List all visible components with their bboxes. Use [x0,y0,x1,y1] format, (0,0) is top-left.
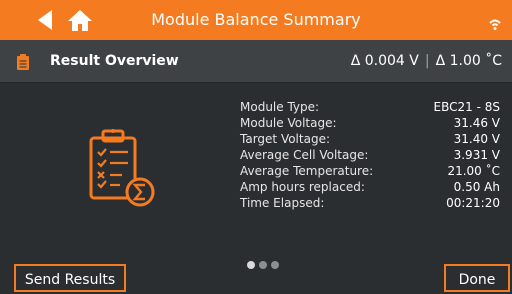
summary-row: Average Cell Voltage: 3.931 V [240,147,500,163]
page-dot[interactable] [271,261,279,269]
top-bar: Module Balance Summary [0,0,512,40]
summary-label: Module Voltage: [240,116,337,130]
summary-value: 31.40 V [453,132,500,146]
send-results-button[interactable]: Send Results [14,264,126,292]
summary-row: Module Voltage: 31.46 V [240,115,500,131]
summary-row: Time Elapsed: 00:21:20 [240,195,500,211]
summary-label: Time Elapsed: [240,196,325,210]
page-dot[interactable] [259,261,267,269]
summary-label: Module Type: [240,100,320,114]
delta-readouts: Δ 0.004 V | Δ 1.00 ˚C [351,40,502,82]
summary-value: EBC21 - 8S [433,100,500,114]
summary-value: 21.00 ˚C [447,164,500,178]
section-title: Result Overview [50,53,179,69]
summary-value: 31.46 V [453,116,500,130]
page-title: Module Balance Summary [151,10,361,29]
delta-temperature: Δ 1.00 ˚C [435,53,502,69]
page-indicator [247,261,279,269]
summary-label: Average Temperature: [240,164,374,178]
page-dot[interactable] [247,261,255,269]
summary-row: Amp hours replaced: 0.50 Ah [240,179,500,195]
summary-row: Average Temperature: 21.00 ˚C [240,163,500,179]
wifi-icon [489,19,501,30]
summary-row: Target Voltage: 31.40 V [240,131,500,147]
report-checklist-icon [89,129,155,207]
summary-value: 00:21:20 [446,196,500,210]
summary-value: 3.931 V [453,148,500,162]
document-icon [17,54,29,70]
summary-label: Amp hours replaced: [240,180,365,194]
summary-list: Module Type: EBC21 - 8S Module Voltage: 31… [240,99,500,211]
summary-row: Module Type: EBC21 - 8S [240,99,500,115]
summary-label: Average Cell Voltage: [240,148,369,162]
done-button[interactable]: Done [444,264,510,292]
summary-label: Target Voltage: [240,132,330,146]
delta-separator: | [424,53,430,69]
summary-value: 0.50 Ah [453,180,500,194]
delta-voltage: Δ 0.004 V [350,53,419,69]
